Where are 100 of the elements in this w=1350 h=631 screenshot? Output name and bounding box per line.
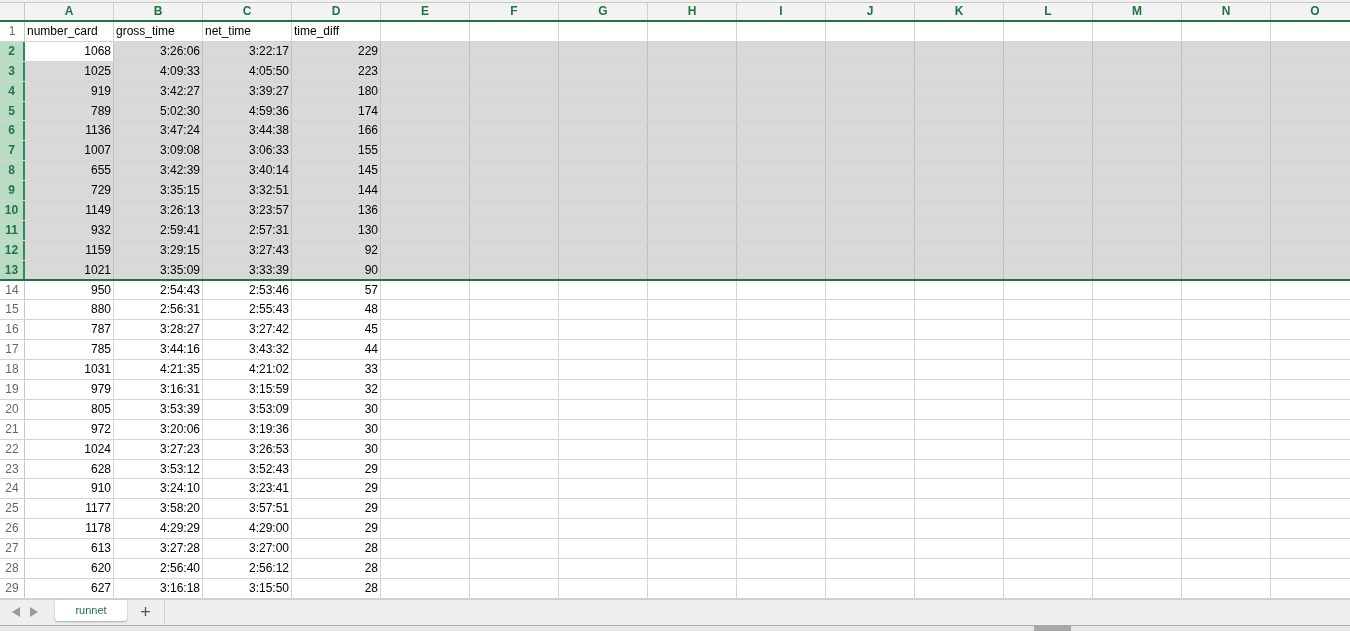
column-header[interactable]: L <box>1004 3 1093 20</box>
table-cell[interactable] <box>1004 121 1093 141</box>
scrollbar-thumb[interactable] <box>1034 626 1071 631</box>
column-header[interactable]: K <box>915 3 1004 20</box>
row-header[interactable]: 9 <box>0 181 25 200</box>
table-cell[interactable] <box>915 181 1004 200</box>
table-cell[interactable]: 3:47:24 <box>114 121 203 141</box>
table-cell[interactable] <box>381 141 470 161</box>
table-cell[interactable] <box>915 161 1004 181</box>
table-cell[interactable] <box>381 121 470 141</box>
table-cell[interactable] <box>915 121 1004 141</box>
table-cell[interactable]: 145 <box>292 161 381 181</box>
table-cell[interactable] <box>648 161 737 181</box>
table-cell[interactable]: 3:32:51 <box>203 181 292 200</box>
table-cell[interactable] <box>1182 141 1271 161</box>
column-header[interactable]: F <box>470 3 559 20</box>
table-cell[interactable] <box>559 121 648 141</box>
table-cell[interactable] <box>470 201 559 220</box>
table-cell[interactable]: 3:44:38 <box>203 121 292 141</box>
table-cell[interactable]: 3:26:13 <box>114 201 203 220</box>
table-cell[interactable] <box>470 121 559 141</box>
column-header[interactable]: H <box>648 3 737 20</box>
table-cell[interactable] <box>1271 201 1350 220</box>
table-cell[interactable]: 3:35:15 <box>114 181 203 200</box>
scroll-right-icon[interactable] <box>30 607 38 617</box>
table-cell[interactable] <box>1182 201 1271 220</box>
table-cell[interactable]: gross_time <box>114 22 203 41</box>
table-cell[interactable] <box>559 201 648 220</box>
table-cell[interactable] <box>1182 121 1271 141</box>
table-cell[interactable] <box>1004 141 1093 161</box>
table-cell[interactable] <box>826 161 915 181</box>
column-header[interactable]: G <box>559 3 648 20</box>
table-cell[interactable]: 3:09:08 <box>114 141 203 161</box>
table-cell[interactable]: time_diff <box>292 22 381 41</box>
table-cell[interactable]: 155 <box>292 141 381 161</box>
table-cell[interactable] <box>1182 161 1271 181</box>
column-header[interactable]: B <box>114 3 203 20</box>
table-cell[interactable] <box>381 181 470 200</box>
scroll-left-icon[interactable] <box>12 607 20 617</box>
table-cell[interactable] <box>1093 181 1182 200</box>
table-cell[interactable] <box>470 141 559 161</box>
column-header[interactable]: D <box>292 3 381 20</box>
table-cell[interactable] <box>826 181 915 200</box>
table-cell[interactable] <box>1271 121 1350 141</box>
table-cell[interactable] <box>1093 161 1182 181</box>
table-cell[interactable] <box>1004 201 1093 220</box>
table-cell[interactable] <box>1004 181 1093 200</box>
table-cell[interactable]: 3:06:33 <box>203 141 292 161</box>
table-cell[interactable]: 136 <box>292 201 381 220</box>
table-cell[interactable] <box>737 181 826 200</box>
table-cell[interactable] <box>826 141 915 161</box>
table-cell[interactable] <box>915 201 1004 220</box>
table-cell[interactable] <box>915 141 1004 161</box>
row-header[interactable]: 7 <box>0 141 25 161</box>
table-cell[interactable] <box>559 141 648 161</box>
column-header[interactable]: A <box>25 3 114 20</box>
table-cell[interactable] <box>559 161 648 181</box>
column-header[interactable]: O <box>1271 3 1350 20</box>
table-cell[interactable] <box>648 141 737 161</box>
column-header[interactable]: I <box>737 3 826 20</box>
table-cell[interactable]: 1136 <box>25 121 114 141</box>
table-cell[interactable] <box>1182 181 1271 200</box>
table-cell[interactable]: 144 <box>292 181 381 200</box>
table-cell[interactable] <box>1093 201 1182 220</box>
row-header[interactable]: 8 <box>0 161 25 181</box>
table-cell[interactable] <box>470 181 559 200</box>
table-cell[interactable] <box>826 201 915 220</box>
table-cell[interactable] <box>1271 141 1350 161</box>
table-cell[interactable] <box>470 161 559 181</box>
table-cell[interactable]: 655 <box>25 161 114 181</box>
table-cell[interactable] <box>737 121 826 141</box>
row-header[interactable]: 6 <box>0 121 25 141</box>
table-cell[interactable]: 3:42:39 <box>114 161 203 181</box>
table-cell[interactable] <box>559 181 648 200</box>
table-cell[interactable] <box>1271 161 1350 181</box>
column-header[interactable]: N <box>1182 3 1271 20</box>
table-cell[interactable] <box>737 201 826 220</box>
add-sheet-button[interactable]: + <box>127 600 165 624</box>
table-cell[interactable] <box>648 121 737 141</box>
table-cell[interactable] <box>1093 141 1182 161</box>
table-cell[interactable]: 729 <box>25 181 114 200</box>
table-cell[interactable] <box>1271 181 1350 200</box>
table-cell[interactable]: 3:40:14 <box>203 161 292 181</box>
table-cell[interactable]: 166 <box>292 121 381 141</box>
table-cell[interactable] <box>826 121 915 141</box>
table-cell[interactable] <box>648 181 737 200</box>
table-cell[interactable]: 1007 <box>25 141 114 161</box>
table-cell[interactable] <box>381 161 470 181</box>
table-cell[interactable] <box>381 201 470 220</box>
table-cell[interactable]: 3:23:57 <box>203 201 292 220</box>
table-cell[interactable]: net_time <box>203 22 292 41</box>
table-cell[interactable] <box>1093 121 1182 141</box>
table-cell[interactable] <box>1004 161 1093 181</box>
table-cell[interactable]: 1149 <box>25 201 114 220</box>
table-cell[interactable]: number_card <box>25 22 114 41</box>
column-header[interactable]: M <box>1093 3 1182 20</box>
table-cell[interactable] <box>737 141 826 161</box>
column-header[interactable]: C <box>203 3 292 20</box>
row-header[interactable]: 10 <box>0 201 25 220</box>
table-cell[interactable] <box>648 201 737 220</box>
